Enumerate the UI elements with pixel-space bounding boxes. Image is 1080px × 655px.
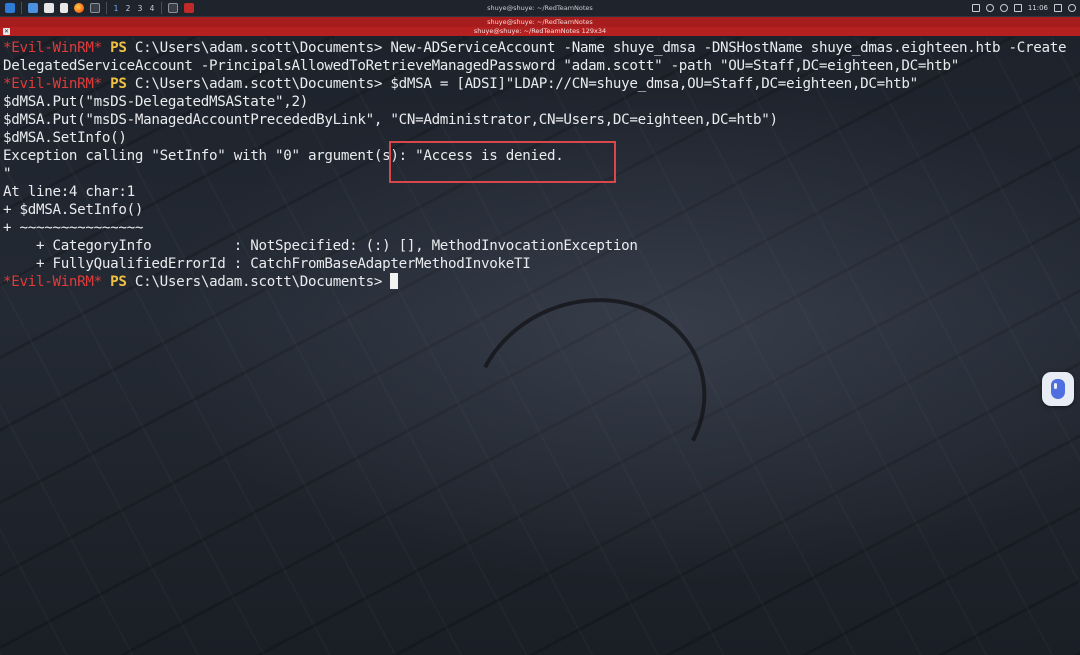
- terminal-line: *Evil-WinRM* PS C:\Users\adam.scott\Docu…: [3, 75, 918, 93]
- terminal-icon[interactable]: [90, 3, 100, 13]
- network-icon[interactable]: [1013, 4, 1022, 12]
- workspace-2[interactable]: 2: [122, 4, 134, 13]
- prompt-ps: PS: [110, 40, 127, 56]
- terminal-output[interactable]: *Evil-WinRM* PS C:\Users\adam.scott\Docu…: [0, 37, 1080, 655]
- notification-icon[interactable]: [999, 4, 1008, 12]
- close-icon[interactable]: ✕: [3, 28, 10, 35]
- workspace-4[interactable]: 4: [146, 4, 158, 13]
- prompt-path: C:\Users\adam.scott\Documents>: [134, 76, 383, 92]
- taskbar-separator: [161, 2, 162, 14]
- terminal-line: *Evil-WinRM* PS C:\Users\adam.scott\Docu…: [3, 39, 1067, 57]
- lock-icon[interactable]: [1054, 4, 1062, 12]
- text-cursor[interactable]: [390, 273, 399, 289]
- taskbar-separator: [106, 2, 107, 14]
- kali-menu-icon[interactable]: [5, 3, 15, 13]
- text-editor-icon[interactable]: [60, 3, 68, 13]
- taskbar-launchers: 1 2 3 4: [0, 0, 197, 16]
- window-app-icon[interactable]: [184, 3, 194, 13]
- workspace-1[interactable]: 1: [110, 4, 122, 13]
- terminal-title: shuye@shuye: ~/RedTeamNotes: [487, 18, 593, 26]
- assistant-icon: [1051, 379, 1065, 399]
- terminal-line: $dMSA.Put("msDS-DelegatedMSAState",2): [3, 94, 308, 110]
- prompt-path: C:\Users\adam.scott\Documents>: [134, 274, 383, 290]
- terminal-line: $dMSA.SetInfo(): [3, 130, 127, 146]
- prompt-path: C:\Users\adam.scott\Documents>: [134, 40, 383, 56]
- terminal-line: + $dMSA.SetInfo(): [3, 202, 144, 218]
- access-denied-highlight-box: [389, 141, 616, 183]
- command-text: $dMSA = [ADSI]"LDAP://CN=shuye_dmsa,OU=S…: [390, 76, 918, 92]
- terminal-line: + ~~~~~~~~~~~~~~~: [3, 220, 144, 236]
- terminal-line: ": [3, 166, 12, 182]
- terminal-titlebar[interactable]: shuye@shuye: ~/RedTeamNotes: [0, 17, 1080, 27]
- terminal-tab-bar[interactable]: ✕ shuye@shuye: ~/RedTeamNotes 129x34: [0, 27, 1080, 36]
- command-text: New-ADServiceAccount -Name shuye_dmsa -D…: [390, 40, 1067, 56]
- terminal-line: + CategoryInfo : NotSpecified: (:) [], M…: [3, 238, 638, 254]
- prompt-shell: *Evil-WinRM*: [3, 40, 102, 56]
- prompt-shell: *Evil-WinRM*: [3, 274, 102, 290]
- prompt-ps: PS: [110, 76, 127, 92]
- prompt-shell: *Evil-WinRM*: [3, 76, 102, 92]
- clock[interactable]: 11:06: [1028, 4, 1048, 12]
- terminal-line: DelegatedServiceAccount -PrincipalsAllow…: [3, 58, 960, 74]
- window-terminal-icon[interactable]: [168, 3, 178, 13]
- taskbar-separator: [21, 2, 22, 14]
- files-icon[interactable]: [44, 3, 54, 13]
- prompt-ps: PS: [110, 274, 127, 290]
- terminal-line: + FullyQualifiedErrorId : CatchFromBaseA…: [3, 256, 531, 272]
- workspace-3[interactable]: 3: [134, 4, 146, 13]
- terminal-tab-title[interactable]: shuye@shuye: ~/RedTeamNotes 129x34: [474, 27, 606, 35]
- taskbar-window-title[interactable]: shuye@shuye: ~/RedTeamNotes: [420, 4, 660, 12]
- display-icon[interactable]: [971, 4, 980, 12]
- floating-assistant-widget[interactable]: [1042, 372, 1074, 406]
- desktop-icon[interactable]: [28, 3, 38, 13]
- terminal-line: At line:4 char:1: [3, 184, 135, 200]
- terminal-line: *Evil-WinRM* PS C:\Users\adam.scott\Docu…: [3, 273, 399, 291]
- top-taskbar: 1 2 3 4 shuye@shuye: ~/RedTeamNotes 11:0…: [0, 0, 1080, 17]
- system-tray: 11:06: [971, 4, 1076, 12]
- terminal-line: $dMSA.Put("msDS-ManagedAccountPrecededBy…: [3, 112, 778, 128]
- volume-icon[interactable]: [985, 4, 994, 12]
- power-icon[interactable]: [1068, 4, 1076, 12]
- firefox-icon[interactable]: [74, 3, 84, 13]
